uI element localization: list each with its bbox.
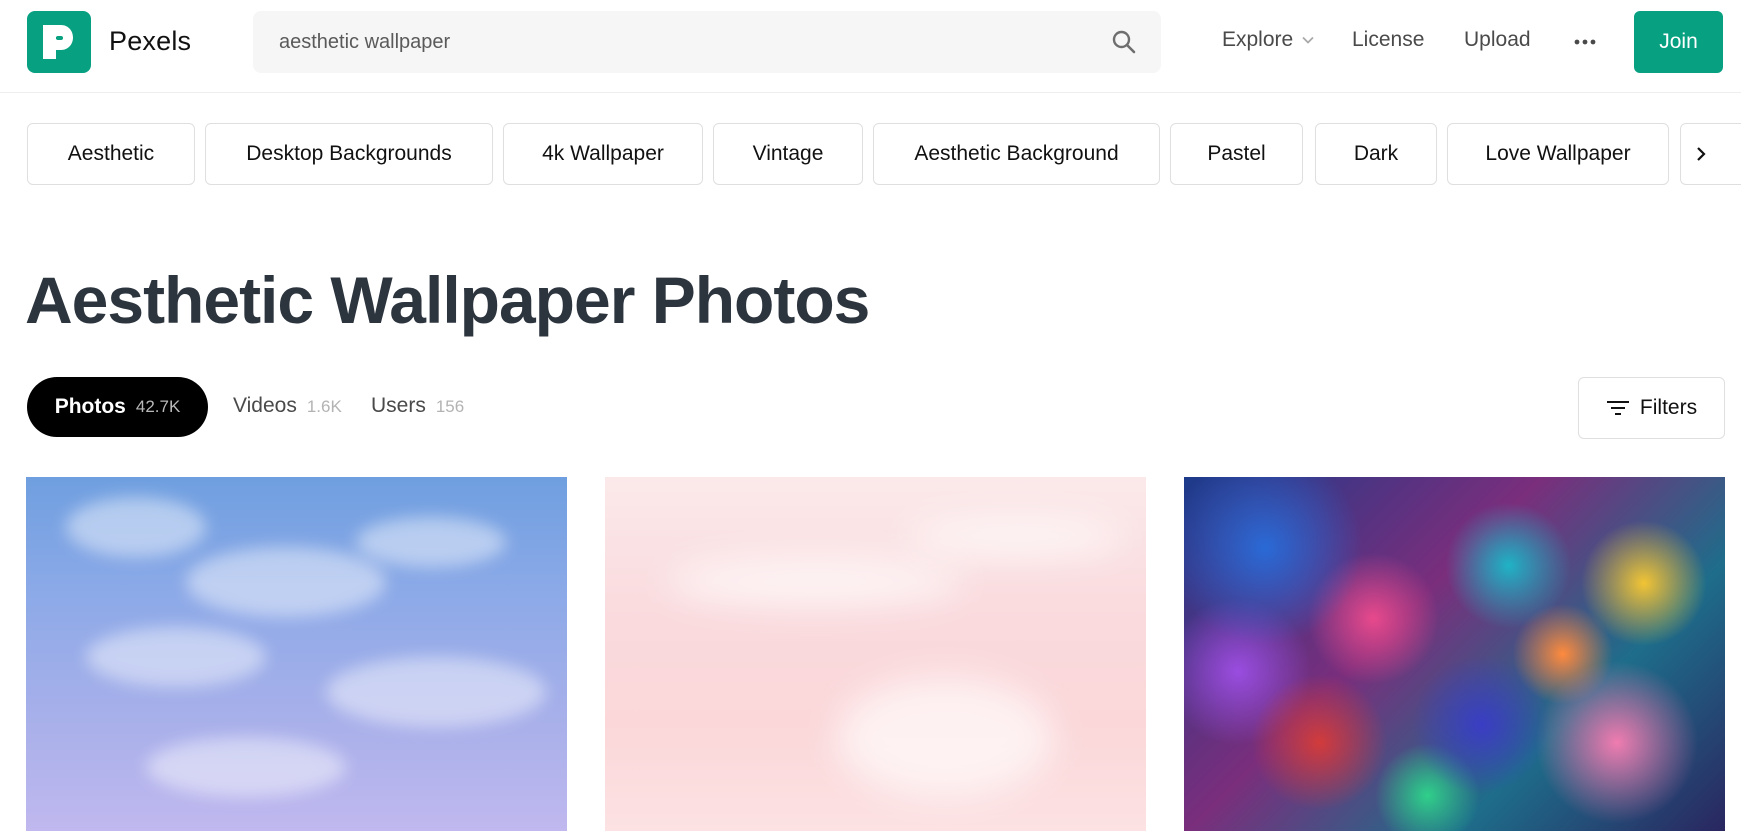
filters-label: Filters	[1639, 396, 1698, 419]
photo-card[interactable]	[1184, 477, 1725, 831]
photo-texture	[146, 737, 346, 797]
tab-photos[interactable]: Photos 42.7K	[27, 377, 208, 437]
header: Pexels Explore License Upload Join	[0, 0, 1741, 93]
chip-aesthetic-background[interactable]: Aesthetic Background	[873, 123, 1160, 185]
chevron-right-icon[interactable]	[1680, 123, 1741, 185]
tab-videos-label: Videos	[233, 394, 297, 417]
photo-texture	[665, 557, 965, 607]
tab-photos-label: Photos	[54, 395, 126, 418]
brand-name[interactable]: Pexels	[109, 26, 191, 57]
chevron-down-icon	[1302, 36, 1314, 44]
join-button[interactable]: Join	[1634, 11, 1723, 73]
tab-users[interactable]: Users 156	[371, 394, 464, 418]
chip-4k-wallpaper[interactable]: 4k Wallpaper	[503, 123, 703, 185]
photo-texture	[356, 517, 506, 567]
chip-dark[interactable]: Dark	[1315, 123, 1437, 185]
pexels-logo-icon[interactable]	[27, 11, 91, 73]
nav-explore[interactable]: Explore	[1222, 28, 1315, 52]
chip-vintage[interactable]: Vintage	[713, 123, 863, 185]
related-searches: Aesthetic Desktop Backgrounds 4k Wallpap…	[27, 123, 1741, 185]
chip-aesthetic[interactable]: Aesthetic	[27, 123, 195, 185]
page-title: Aesthetic Wallpaper Photos	[25, 263, 870, 337]
nav-explore-label: Explore	[1222, 28, 1294, 51]
photo-card[interactable]	[605, 477, 1146, 831]
search-icon[interactable]	[1109, 27, 1139, 57]
photo-texture	[835, 677, 1055, 797]
tab-photos-count: 42.7K	[135, 397, 181, 416]
photo-card[interactable]	[26, 477, 567, 831]
tab-videos[interactable]: Videos 1.6K	[233, 394, 342, 418]
filters-button[interactable]: Filters	[1578, 377, 1725, 439]
chip-love-wallpaper[interactable]: Love Wallpaper	[1447, 123, 1669, 185]
more-dots-icon[interactable]	[1572, 30, 1598, 54]
chip-pastel[interactable]: Pastel	[1170, 123, 1303, 185]
search-bar	[253, 11, 1161, 73]
photo-texture	[905, 517, 1125, 557]
nav-license[interactable]: License	[1352, 28, 1424, 52]
photo-texture	[86, 627, 266, 687]
tab-users-label: Users	[371, 394, 426, 417]
filter-icon	[1606, 401, 1629, 415]
logo-mark	[43, 25, 73, 59]
photo-texture	[186, 547, 386, 617]
nav-upload[interactable]: Upload	[1464, 28, 1531, 52]
photo-texture	[66, 497, 206, 557]
chip-desktop-backgrounds[interactable]: Desktop Backgrounds	[205, 123, 493, 185]
tab-users-count: 156	[435, 397, 465, 416]
photo-texture	[326, 657, 546, 727]
search-input[interactable]	[253, 11, 1093, 73]
tab-videos-count: 1.6K	[306, 397, 342, 416]
